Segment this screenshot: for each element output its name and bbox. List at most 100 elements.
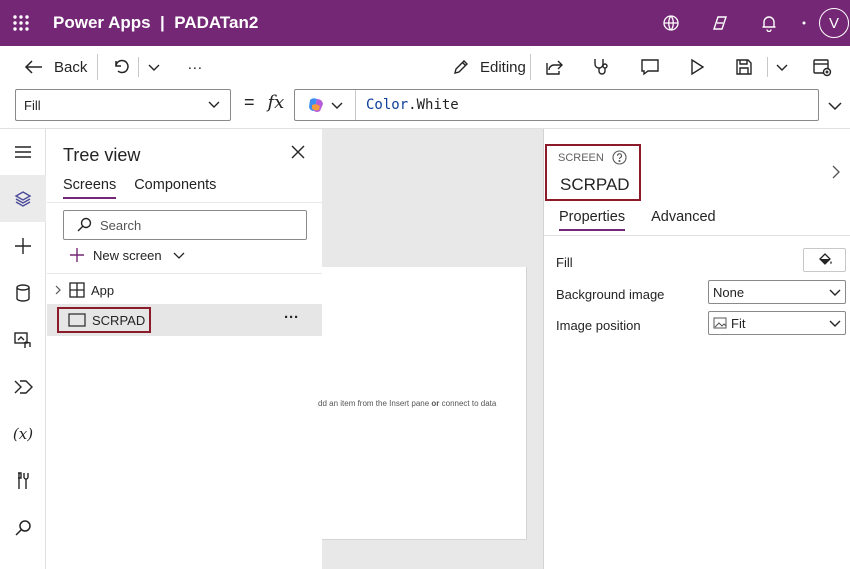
- insert-button[interactable]: [0, 222, 46, 269]
- data-button[interactable]: [0, 269, 46, 316]
- image-icon: [713, 317, 727, 329]
- app-header: Power Apps | PADATan2 V: [0, 0, 850, 46]
- chevron-right-icon: [55, 285, 61, 295]
- stethoscope-icon: [594, 59, 608, 75]
- background-image-value: None: [713, 284, 745, 300]
- tab-advanced[interactable]: Advanced: [651, 209, 716, 231]
- editing-button[interactable]: Editing: [444, 51, 534, 83]
- chevron-down-icon: [828, 102, 842, 111]
- tab-screens[interactable]: Screens: [63, 177, 117, 199]
- menu-toggle-button[interactable]: [0, 129, 46, 175]
- comments-button[interactable]: [632, 51, 668, 83]
- screen-canvas[interactable]: dd an item from the Insert pane or conne…: [318, 267, 527, 540]
- undo-chevron-button[interactable]: [139, 51, 169, 83]
- undo-icon: [115, 59, 130, 74]
- power-automate-icon: [14, 379, 33, 394]
- property-label-fill: Fill: [556, 255, 573, 270]
- save-options-button[interactable]: [767, 51, 797, 83]
- publish-icon: [813, 59, 832, 77]
- tree-node-label: App: [91, 282, 115, 298]
- plus-icon: [15, 237, 31, 254]
- app-checker-button[interactable]: [584, 51, 620, 83]
- image-position-select[interactable]: Fit: [708, 311, 846, 335]
- hamburger-icon: [15, 146, 31, 158]
- close-button[interactable]: [291, 145, 305, 164]
- preview-button[interactable]: [680, 51, 714, 83]
- copilot-formula-button[interactable]: [295, 90, 356, 120]
- screen-type-label: SCREEN: [558, 150, 627, 165]
- property-label-background-image: Background image: [556, 287, 665, 302]
- environment-icon[interactable]: [646, 0, 695, 46]
- formula-bar: Fill = fx Color.White: [0, 88, 850, 128]
- database-icon: [16, 283, 30, 302]
- image-position-value: Fit: [731, 315, 746, 331]
- pencil-icon: [454, 60, 468, 74]
- variables-icon: (x): [12, 424, 34, 443]
- expand-formula-button[interactable]: [827, 98, 843, 116]
- copilot-icon[interactable]: [695, 0, 744, 46]
- formula-text: Color.White: [366, 97, 459, 113]
- canvas-area: dd an item from the Insert pane or conne…: [318, 129, 543, 569]
- tab-components[interactable]: Components: [134, 177, 216, 199]
- fill-color-button[interactable]: [803, 248, 846, 272]
- properties-panel: SCREEN SCRPAD Properties Advanced Fill B…: [543, 129, 850, 569]
- tree-node-app[interactable]: App: [47, 274, 322, 306]
- command-bar: Back ··· Editing: [0, 46, 850, 88]
- chevron-down-icon: [776, 64, 788, 71]
- back-button[interactable]: Back: [16, 51, 95, 83]
- new-screen-button[interactable]: New screen: [69, 247, 185, 263]
- tree-view-title: Tree view: [63, 145, 141, 165]
- advanced-tools-button[interactable]: [0, 457, 46, 504]
- formula-label: = fx: [244, 92, 284, 113]
- more-options-button[interactable]: ···: [284, 309, 299, 326]
- tab-properties[interactable]: Properties: [559, 209, 626, 231]
- app-title: Power Apps | PADATan2: [53, 13, 259, 32]
- property-dropdown[interactable]: Fill: [15, 89, 231, 121]
- search-icon: [15, 519, 31, 536]
- fx-icon: fx: [267, 92, 285, 113]
- more-commands-button[interactable]: ···: [179, 51, 210, 83]
- undo-button[interactable]: [104, 51, 138, 83]
- help-icon[interactable]: [612, 150, 627, 165]
- layers-icon: [14, 190, 32, 207]
- bell-icon[interactable]: [744, 0, 793, 46]
- search-placeholder: Search: [100, 217, 142, 233]
- search-icon: [77, 217, 92, 232]
- equals-sign: =: [244, 92, 255, 112]
- chevron-down-icon: [829, 289, 841, 296]
- new-screen-label: New screen: [93, 247, 162, 263]
- close-icon: [291, 145, 305, 159]
- avatar[interactable]: V: [819, 8, 849, 38]
- copilot-icon: [309, 98, 323, 112]
- property-label-image-position: Image position: [556, 318, 641, 333]
- tools-icon: [18, 471, 29, 489]
- search-rail-button[interactable]: [0, 504, 46, 551]
- media-button[interactable]: [0, 316, 46, 363]
- power-automate-button[interactable]: [0, 363, 46, 410]
- chevron-down-icon: [208, 101, 220, 108]
- app-launcher-icon[interactable]: [0, 0, 42, 46]
- paint-bucket-icon: [818, 253, 832, 265]
- back-arrow-icon: [24, 60, 42, 74]
- tree-view-button[interactable]: [0, 175, 46, 222]
- chevron-down-icon: [829, 320, 841, 327]
- variables-button[interactable]: (x): [0, 410, 46, 457]
- canvas-hint: dd an item from the Insert pane or conne…: [318, 399, 497, 408]
- more-dot-icon[interactable]: [793, 0, 815, 46]
- highlight-box: [57, 307, 151, 333]
- back-label: Back: [54, 58, 88, 76]
- formula-input[interactable]: Color.White: [294, 89, 819, 121]
- editing-label: Editing: [480, 58, 526, 76]
- background-image-select[interactable]: None: [708, 280, 846, 304]
- save-button[interactable]: [727, 51, 761, 83]
- play-icon: [691, 58, 705, 76]
- publish-button[interactable]: [804, 51, 840, 83]
- tree-node-screen[interactable]: SCRPAD ···: [47, 304, 322, 336]
- screen-name: SCRPAD: [560, 175, 630, 194]
- collapse-panel-button[interactable]: [832, 165, 840, 184]
- search-input[interactable]: Search: [63, 210, 307, 240]
- share-button[interactable]: [536, 51, 572, 83]
- left-rail: (x): [0, 129, 46, 569]
- share-icon: [546, 60, 563, 75]
- save-icon: [736, 59, 752, 75]
